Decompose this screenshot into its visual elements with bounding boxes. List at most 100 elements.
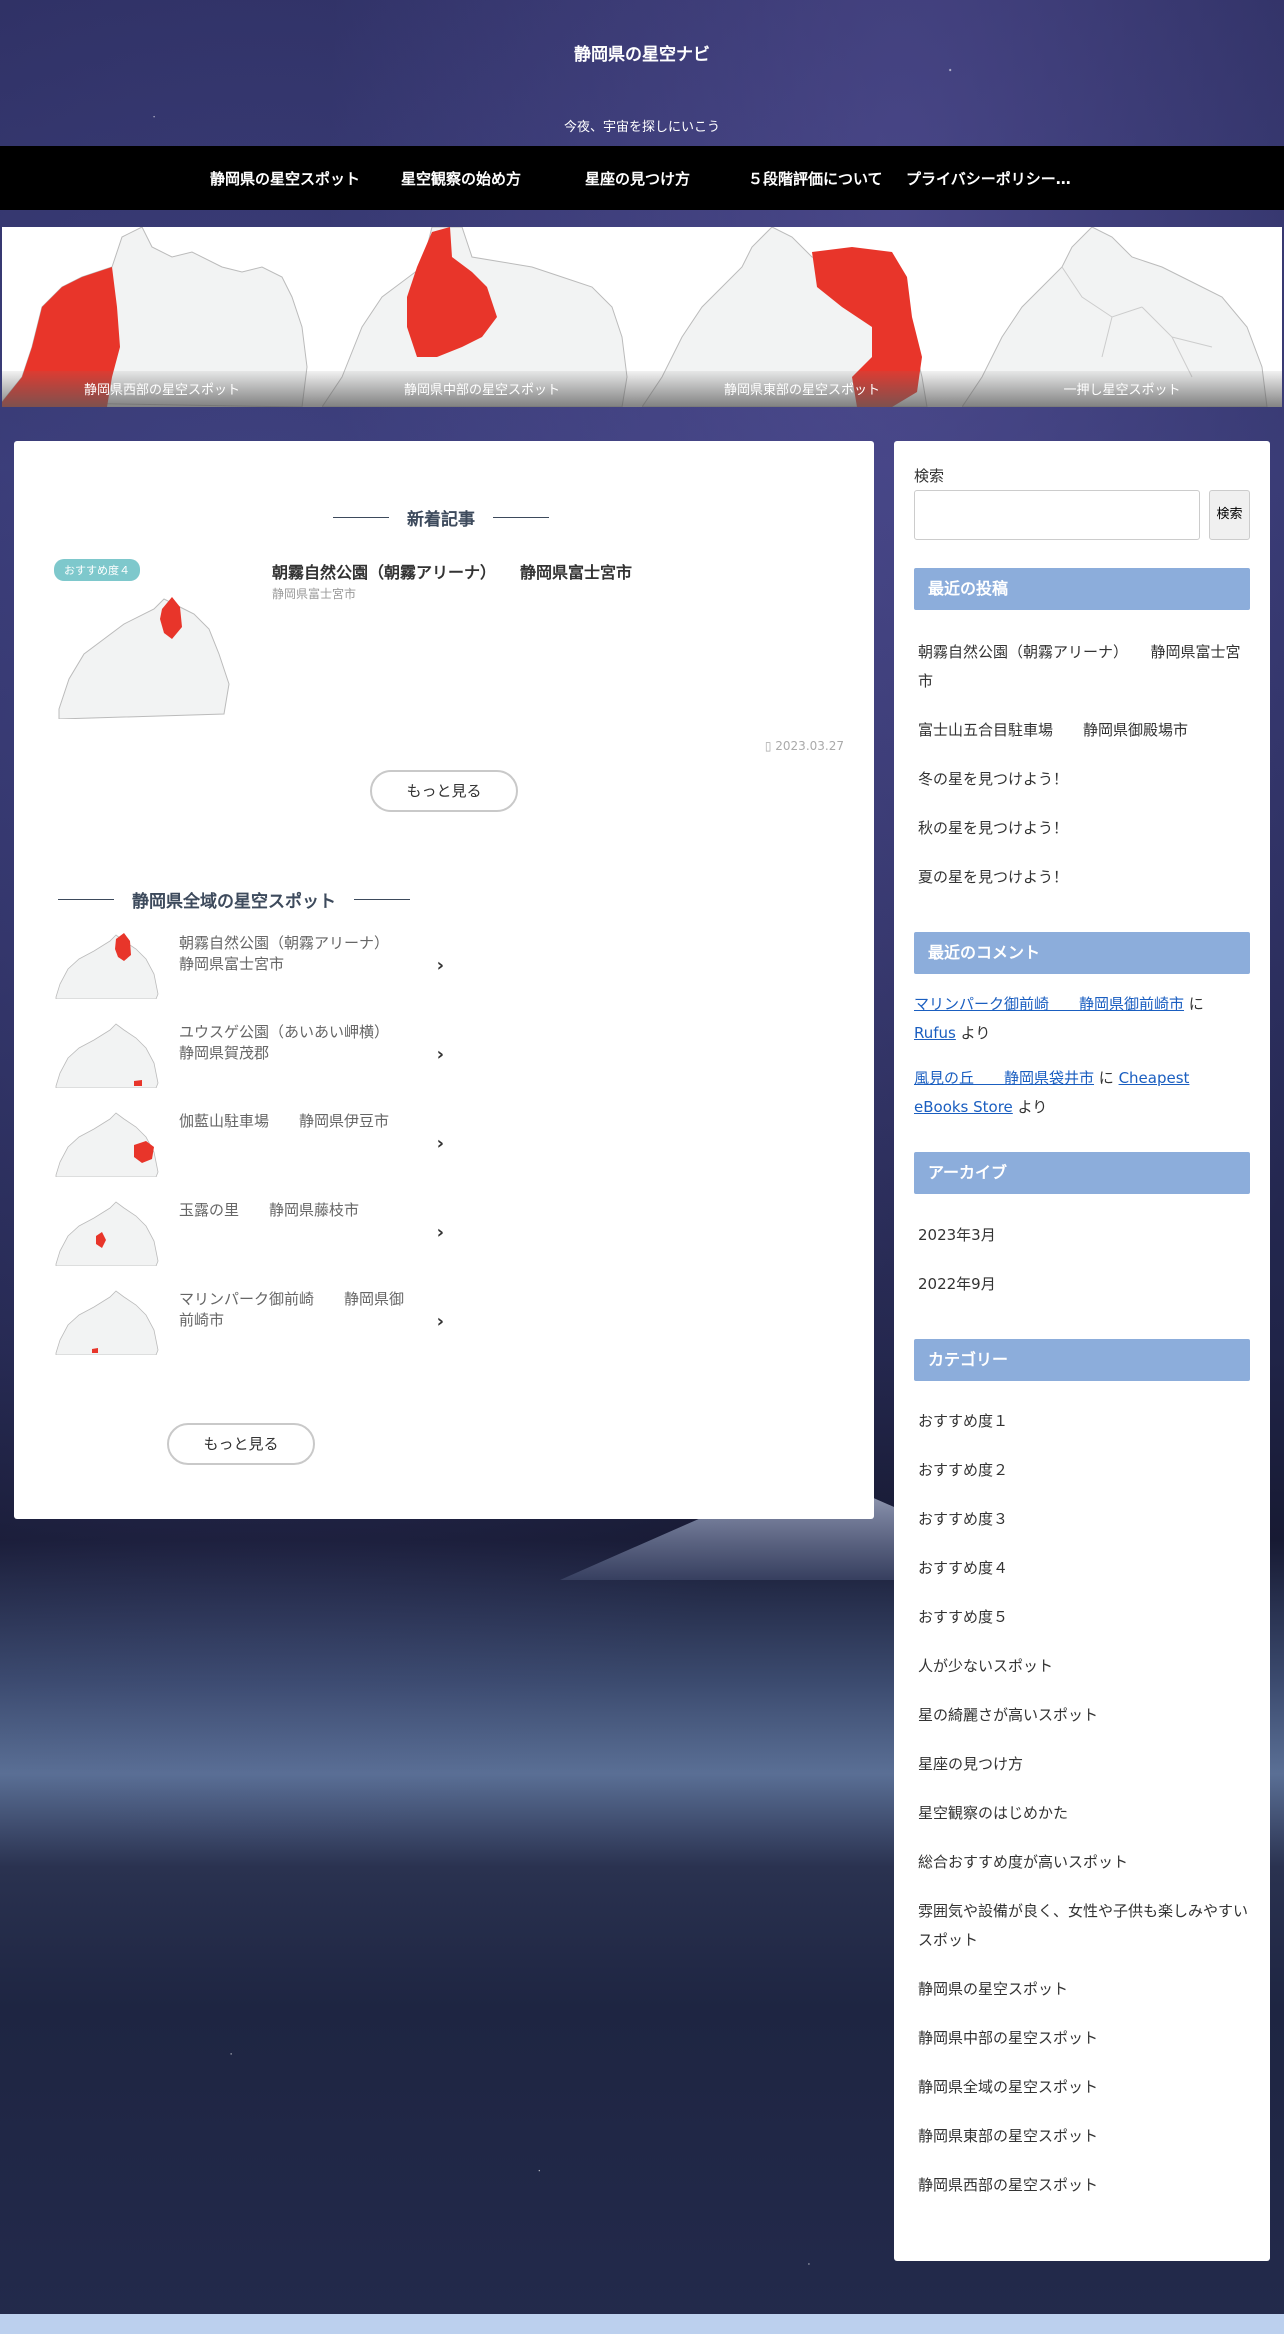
nav-item-privacy[interactable]: プライバシーポリシー… bbox=[906, 168, 1071, 189]
archive-link[interactable]: 2022年9月 bbox=[918, 1270, 1248, 1299]
list-item[interactable]: 朝霧自然公園（朝霧アリーナ） 静岡県富士宮市 › bbox=[54, 929, 444, 1018]
spot-title[interactable]: 朝霧自然公園（朝霧アリーナ） 静岡県富士宮市 bbox=[179, 933, 412, 975]
nav-item-constellations[interactable]: 星座の見つけ方 bbox=[585, 168, 690, 189]
nav-item-star-spots[interactable]: 静岡県の星空スポット bbox=[210, 168, 360, 189]
all-spots-heading: 静岡県全域の星空スポット bbox=[58, 887, 410, 912]
main-content: 新着記事 おすすめ度４ 朝霧自然公園（朝霧アリーナ） 静岡県富士宮市 静岡県富士… bbox=[14, 441, 874, 1519]
shizuoka-map-thumb bbox=[55, 933, 159, 999]
nav-item-how-to-start[interactable]: 星空観察の始め方 bbox=[401, 168, 521, 189]
recent-post-link[interactable]: 富士山五合目駐車場 静岡県御殿場市 bbox=[918, 716, 1248, 745]
chevron-right-icon: › bbox=[436, 1133, 444, 1154]
list-item[interactable]: マリンパーク御前崎 静岡県御前崎市 › bbox=[54, 1285, 444, 1374]
sidebar: 検索 検索 最近の投稿 朝霧自然公園（朝霧アリーナ） 静岡県富士宮市 富士山五合… bbox=[894, 441, 1270, 2261]
carousel-caption: 静岡県西部の星空スポット bbox=[2, 371, 322, 407]
carousel-slide-west[interactable]: 静岡県西部の星空スポット bbox=[2, 227, 322, 407]
search-button[interactable]: 検索 bbox=[1209, 490, 1250, 540]
category-link[interactable]: 静岡県西部の星空スポット bbox=[918, 2171, 1248, 2200]
carousel-caption: 静岡県東部の星空スポット bbox=[642, 371, 962, 407]
recent-comments-list: マリンパーク御前崎 静岡県御前崎市 に Rufus より 風見の丘 静岡県袋井市… bbox=[914, 990, 1244, 1138]
archive-list: 2023年3月 2022年9月 bbox=[918, 1221, 1248, 1319]
spot-title[interactable]: マリンパーク御前崎 静岡県御前崎市 bbox=[179, 1289, 409, 1331]
comment-entry: マリンパーク御前崎 静岡県御前崎市 に Rufus より bbox=[914, 990, 1244, 1048]
comment-suffix: より bbox=[955, 1024, 991, 1042]
site-header: 静岡県の星空ナビ 今夜、宇宙を探しにいこう bbox=[0, 0, 1284, 146]
chevron-right-icon: › bbox=[436, 1311, 444, 1332]
new-posts-heading: 新着記事 bbox=[333, 505, 549, 530]
new-posts-more-button[interactable]: もっと見る bbox=[370, 770, 518, 812]
category-link[interactable]: 静岡県の星空スポット bbox=[918, 1975, 1248, 2004]
search-input[interactable] bbox=[914, 490, 1200, 540]
carousel-slide-east[interactable]: 静岡県東部の星空スポット bbox=[642, 227, 962, 407]
carousel-slide-central[interactable]: 静岡県中部の星空スポット bbox=[322, 227, 642, 407]
category-link[interactable]: おすすめ度２ bbox=[918, 1456, 1248, 1485]
recommendation-badge: おすすめ度４ bbox=[54, 559, 140, 581]
category-link[interactable]: おすすめ度５ bbox=[918, 1603, 1248, 1632]
heading-rule bbox=[58, 899, 114, 900]
category-link[interactable]: 人が少ないスポット bbox=[918, 1652, 1248, 1681]
spot-title[interactable]: 玉露の里 静岡県藤枝市 bbox=[179, 1200, 409, 1221]
recent-posts-list: 朝霧自然公園（朝霧アリーナ） 静岡県富士宮市 富士山五合目駐車場 静岡県御殿場市… bbox=[918, 638, 1248, 912]
recent-post-link[interactable]: 冬の星を見つけよう！ bbox=[918, 765, 1248, 794]
shizuoka-map-thumb bbox=[55, 1290, 159, 1355]
clock-icon: ▯ bbox=[764, 739, 772, 753]
category-link[interactable]: 静岡県東部の星空スポット bbox=[918, 2122, 1248, 2151]
category-list: おすすめ度１ おすすめ度２ おすすめ度３ おすすめ度４ おすすめ度５ 人が少ない… bbox=[918, 1407, 1248, 2220]
category-link[interactable]: 星座の見つけ方 bbox=[918, 1750, 1248, 1779]
category-link[interactable]: おすすめ度１ bbox=[918, 1407, 1248, 1436]
comment-suffix: より bbox=[1012, 1098, 1048, 1116]
category-link[interactable]: 静岡県全域の星空スポット bbox=[918, 2073, 1248, 2102]
nav-item-rating[interactable]: ５段階評価について bbox=[748, 168, 883, 189]
category-link[interactable]: 総合おすすめ度が高いスポット bbox=[918, 1848, 1248, 1877]
spot-thumbnail bbox=[54, 929, 160, 999]
new-post-card[interactable]: おすすめ度４ 朝霧自然公園（朝霧アリーナ） 静岡県富士宮市 静岡県富士宮市 ▯ … bbox=[54, 559, 844, 753]
category-link[interactable]: 星空観察のはじめかた bbox=[918, 1799, 1248, 1828]
carousel-caption: 静岡県中部の星空スポット bbox=[322, 371, 642, 407]
chevron-right-icon: › bbox=[436, 955, 444, 976]
chevron-right-icon: › bbox=[436, 1222, 444, 1243]
recent-post-link[interactable]: 朝霧自然公園（朝霧アリーナ） 静岡県富士宮市 bbox=[918, 638, 1248, 696]
comment-post-link[interactable]: マリンパーク御前崎 静岡県御前崎市 bbox=[914, 995, 1184, 1013]
spot-thumbnail bbox=[54, 1196, 160, 1266]
heading-rule bbox=[493, 517, 549, 518]
search-label: 検索 bbox=[914, 467, 945, 485]
archive-title: アーカイブ bbox=[914, 1152, 1250, 1194]
category-link[interactable]: おすすめ度４ bbox=[918, 1554, 1248, 1583]
shizuoka-map-thumb bbox=[58, 597, 230, 719]
recent-post-link[interactable]: 夏の星を見つけよう！ bbox=[918, 863, 1248, 892]
spot-thumbnail bbox=[54, 1285, 160, 1355]
archive-link[interactable]: 2023年3月 bbox=[918, 1221, 1248, 1250]
spot-list: 朝霧自然公園（朝霧アリーナ） 静岡県富士宮市 › ユウスゲ公園（あいあい岬横） … bbox=[54, 929, 444, 1374]
featured-carousel: 静岡県西部の星空スポット 静岡県中部の星空スポット 静岡県東部の星空スポット 一… bbox=[2, 227, 1282, 407]
category-link[interactable]: 星の綺麗さが高いスポット bbox=[918, 1701, 1248, 1730]
heading-rule bbox=[333, 517, 389, 518]
post-title[interactable]: 朝霧自然公園（朝霧アリーナ） 静岡県富士宮市 bbox=[272, 559, 632, 583]
comment-joiner: に bbox=[1094, 1069, 1119, 1087]
list-item[interactable]: 玉露の里 静岡県藤枝市 › bbox=[54, 1196, 444, 1285]
spot-title[interactable]: 伽藍山駐車場 静岡県伊豆市 bbox=[179, 1111, 409, 1132]
all-spots-more-button[interactable]: もっと見る bbox=[167, 1423, 315, 1465]
recent-post-link[interactable]: 秋の星を見つけよう！ bbox=[918, 814, 1248, 843]
recent-comments-title: 最近のコメント bbox=[914, 932, 1250, 974]
comment-post-link[interactable]: 風見の丘 静岡県袋井市 bbox=[914, 1069, 1094, 1087]
category-link[interactable]: 雰囲気や設備が良く、女性や子供も楽しみやすいスポット bbox=[918, 1897, 1248, 1955]
all-spots-heading-text: 静岡県全域の星空スポット bbox=[132, 892, 336, 912]
shizuoka-map-thumb bbox=[55, 1112, 159, 1177]
category-link[interactable]: おすすめ度３ bbox=[918, 1505, 1248, 1534]
post-date-text: 2023.03.27 bbox=[775, 739, 844, 753]
global-navigation: 静岡県の星空スポット 星空観察の始め方 星座の見つけ方 ５段階評価について プラ… bbox=[0, 146, 1284, 210]
recent-posts-title: 最近の投稿 bbox=[914, 568, 1250, 610]
carousel-slide-featured[interactable]: 一押し星空スポット bbox=[962, 227, 1282, 407]
spot-title[interactable]: ユウスゲ公園（あいあい岬横） 静岡県賀茂郡 bbox=[179, 1022, 412, 1064]
list-item[interactable]: 伽藍山駐車場 静岡県伊豆市 › bbox=[54, 1107, 444, 1196]
comment-author-link[interactable]: Rufus bbox=[914, 1024, 956, 1042]
shizuoka-map-thumb bbox=[55, 1201, 159, 1266]
shizuoka-map-thumb bbox=[55, 1023, 159, 1088]
comment-joiner: に bbox=[1184, 995, 1204, 1013]
comment-entry: 風見の丘 静岡県袋井市 に Cheapest eBooks Store より bbox=[914, 1064, 1244, 1122]
list-item[interactable]: ユウスゲ公園（あいあい岬横） 静岡県賀茂郡 › bbox=[54, 1018, 444, 1107]
spot-thumbnail bbox=[54, 1107, 160, 1177]
new-posts-heading-text: 新着記事 bbox=[407, 510, 475, 530]
category-link[interactable]: 静岡県中部の星空スポット bbox=[918, 2024, 1248, 2053]
site-title[interactable]: 静岡県の星空ナビ bbox=[0, 40, 1284, 65]
category-title: カテゴリー bbox=[914, 1339, 1250, 1381]
